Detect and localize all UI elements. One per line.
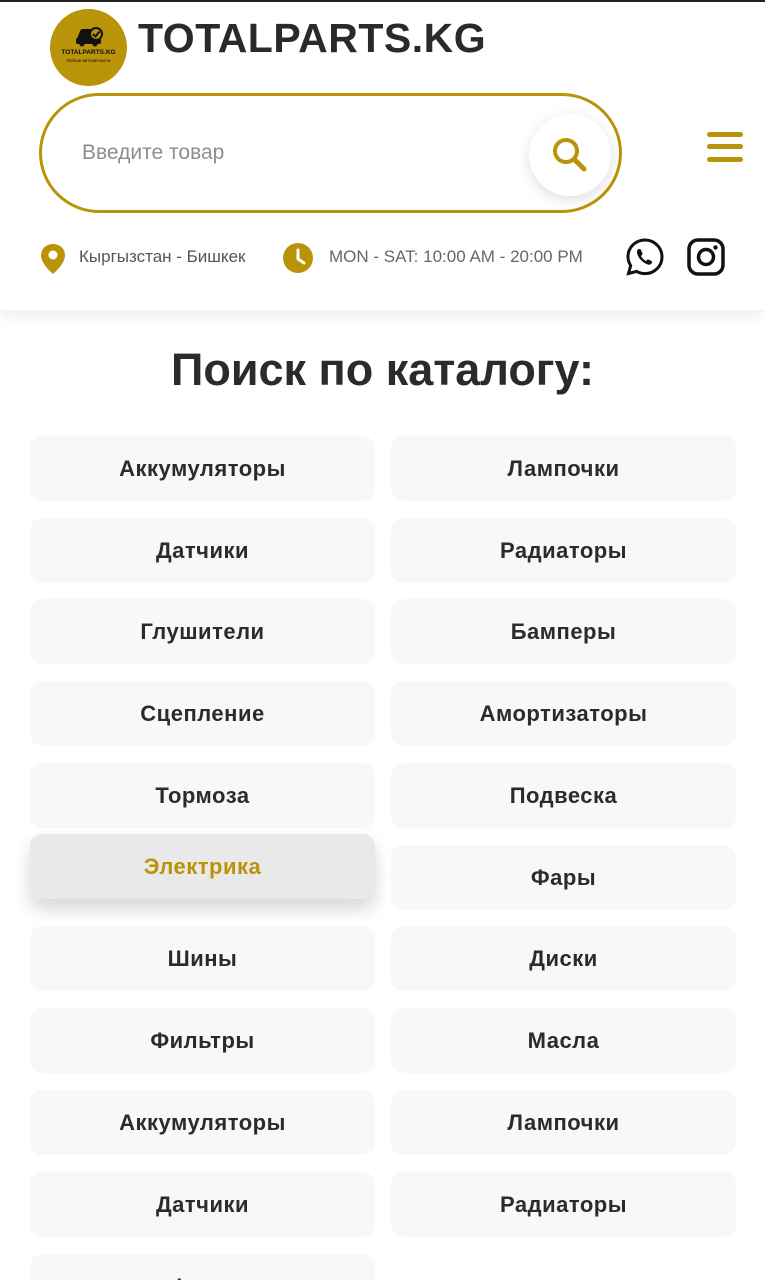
catalog-item-lampochki[interactable]: Лампочки — [391, 436, 736, 501]
catalog-item-elektrika[interactable]: Электрика — [30, 834, 375, 899]
car-logo-icon — [76, 27, 103, 47]
instagram-icon[interactable] — [686, 237, 726, 277]
catalog-item-akkumulyatory-2[interactable]: Аккумуляторы — [30, 1090, 375, 1155]
logo-text: TOTALPARTS.KG — [61, 49, 116, 56]
logo-subtext: Любые автозапчасти — [66, 58, 111, 63]
search-button[interactable] — [529, 114, 611, 196]
catalog-item-fary[interactable]: Фары — [391, 845, 736, 910]
menu-icon[interactable] — [707, 132, 743, 162]
catalog-item-datchiki[interactable]: Датчики — [30, 518, 375, 583]
catalog-item-amortizatory[interactable]: Амортизаторы — [391, 681, 736, 746]
search-box — [39, 93, 622, 213]
catalog-item-sceplenie[interactable]: Сцепление — [30, 681, 375, 746]
catalog-item-podveska[interactable]: Подвеска — [391, 763, 736, 828]
catalog-item-masla[interactable]: Масла — [391, 1008, 736, 1073]
catalog-item-filtry[interactable]: Фильтры — [30, 1008, 375, 1073]
search-icon — [553, 138, 587, 172]
location-pin-icon — [41, 244, 65, 274]
top-border — [0, 0, 765, 2]
search-input[interactable] — [82, 136, 502, 170]
whatsapp-icon[interactable] — [625, 237, 665, 277]
contact-info-row: Кыргызстан - Бишкек MON - SAT: 10:00 AM … — [0, 237, 765, 277]
catalog-item-radiatory[interactable]: Радиаторы — [391, 518, 736, 583]
site-header: TOTALPARTS.KG Любые автозапчасти TOTALPA… — [0, 0, 765, 310]
catalog-item-akkumulyatory[interactable]: Аккумуляторы — [30, 436, 375, 501]
catalog-title: Поиск по каталогу: — [171, 344, 594, 395]
clock-icon — [283, 243, 313, 273]
catalog-item-tormoza[interactable]: Тормоза — [30, 763, 375, 828]
catalog-item-fary-2[interactable]: Фары — [30, 1254, 375, 1280]
catalog-item-radiatory-2[interactable]: Радиаторы — [391, 1172, 736, 1237]
logo[interactable]: TOTALPARTS.KG Любые автозапчасти — [50, 9, 127, 86]
working-hours-text: MON - SAT: 10:00 AM - 20:00 PM — [329, 247, 583, 266]
location-text: Кыргызстан - Бишкек — [79, 247, 246, 266]
page: Поиск по каталогу: Аккумуляторы Лампочки… — [0, 0, 765, 1280]
catalog-item-glushiteli[interactable]: Глушители — [30, 599, 375, 664]
catalog-item-diski[interactable]: Диски — [391, 926, 736, 991]
catalog-item-shiny[interactable]: Шины — [30, 926, 375, 991]
catalog-item-lampochki-2[interactable]: Лампочки — [391, 1090, 736, 1155]
catalog-item-bampery[interactable]: Бамперы — [391, 599, 736, 664]
brand-name[interactable]: TOTALPARTS.KG — [138, 15, 486, 62]
catalog-item-datchiki-2[interactable]: Датчики — [30, 1172, 375, 1237]
